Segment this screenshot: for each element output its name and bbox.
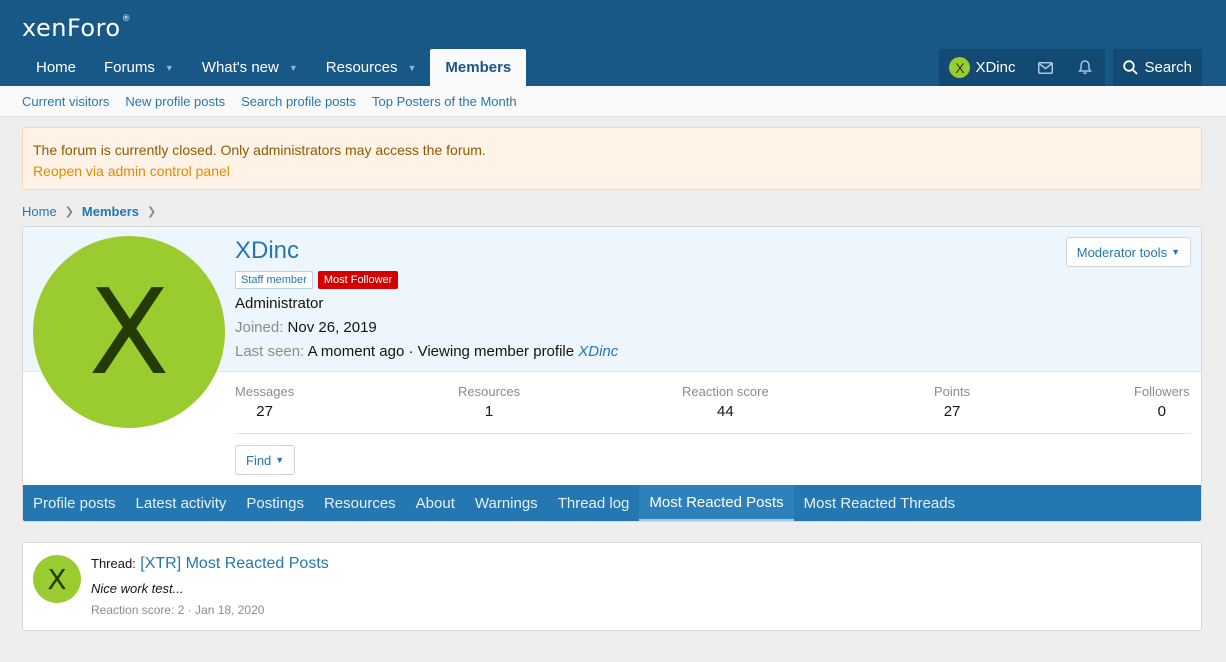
most-reacted-posts-list: X Thread: [XTR] Most Reacted Posts Nice … [22,542,1202,631]
chevron-right-icon: ❯ [64,206,74,218]
chevron-down-icon[interactable]: ▼ [165,63,174,73]
search-button[interactable]: Search [1113,49,1202,86]
account-group: X XDinc [939,49,1106,86]
profile-stats: Messages 27 Resources 1 Reaction score 44 P… [235,384,1191,434]
stat-followers[interactable]: Followers 0 [1134,384,1190,420]
joined-line: Joined: Nov 26, 2019 [235,319,377,336]
main-nav: Home Forums ▼ What's new ▼ Resources ▼ Memb… [22,49,527,86]
post-title-link[interactable]: [XTR] Most Reacted Posts [140,555,329,572]
tab-latest-activity[interactable]: Latest activity [126,485,237,521]
nav-tab-resources[interactable]: Resources ▼ [312,49,431,86]
account-nav: X XDinc Search [939,49,1202,86]
tab-thread-log[interactable]: Thread log [548,485,640,521]
member-profile: X XDinc Staff member Most Follower Admin… [22,226,1202,522]
chevron-down-icon: ▼ [1171,247,1180,257]
find-button[interactable]: Find ▼ [235,445,296,475]
tab-profile-posts[interactable]: Profile posts [23,485,126,521]
nav-tab-home[interactable]: Home [22,49,90,86]
stat-messages[interactable]: Messages 27 [235,384,294,420]
subnav-current-visitors[interactable]: Current visitors [22,94,109,109]
stat-points[interactable]: Points 27 [934,384,970,420]
nav-tab-members[interactable]: Members [430,49,527,86]
tab-most-reacted-posts[interactable]: Most Reacted Posts [639,485,794,521]
user-badges: Staff member Most Follower [235,271,399,289]
subnav-search-profile-posts[interactable]: Search profile posts [241,94,356,109]
inbox-icon[interactable] [1025,49,1065,86]
profile-tabs: Profile posts Latest activity Postings R… [23,485,1201,521]
tab-warnings[interactable]: Warnings [465,485,548,521]
last-seen-line: Last seen: A moment ago · Viewing member… [235,343,619,360]
site-header: xenForo® Home Forums ▼ What's new ▼ Resour… [0,0,1226,86]
forum-closed-notice: The forum is currently closed. Only admi… [22,127,1202,190]
chevron-down-icon: ▼ [275,455,285,465]
bell-icon[interactable] [1065,49,1105,86]
profile-username: XDinc [235,237,300,264]
user-role: Administrator [235,295,324,312]
notice-message: The forum is currently closed. Only admi… [33,142,486,158]
subnav-top-posters[interactable]: Top Posters of the Month [372,94,517,109]
breadcrumb: Home ❯ Members ❯ [22,204,164,219]
account-username: XDinc [975,59,1016,76]
subnav-new-profile-posts[interactable]: New profile posts [125,94,225,109]
tab-about[interactable]: About [406,485,465,521]
most-follower-badge: Most Follower [317,271,399,289]
breadcrumb-home[interactable]: Home [22,204,57,219]
tab-most-reacted-threads[interactable]: Most Reacted Threads [794,485,965,521]
search-icon [1123,60,1139,75]
post-snippet: Nice work test... [91,581,184,596]
staff-badge: Staff member [235,271,313,289]
avatar: X [949,57,971,78]
account-link[interactable]: X XDinc [939,49,1025,86]
chevron-right-icon: ❯ [146,206,157,218]
avatar[interactable]: X [33,555,81,603]
list-item-title: Thread: [XTR] Most Reacted Posts [91,555,329,572]
nav-tab-forums[interactable]: Forums ▼ [90,49,188,86]
site-logo[interactable]: xenForo® [22,14,131,42]
nav-tab-whats-new[interactable]: What's new ▼ [188,49,312,86]
chevron-down-icon[interactable]: ▼ [407,63,416,73]
reopen-link[interactable]: Reopen via admin control panel [33,161,1191,182]
post-meta: Reaction score: 2 · Jan 18, 2020 [91,603,265,617]
moderator-tools-button[interactable]: Moderator tools ▼ [1065,237,1191,267]
stat-resources[interactable]: Resources 1 [458,384,520,420]
chevron-down-icon[interactable]: ▼ [289,63,298,73]
tab-resources[interactable]: Resources [314,485,406,521]
breadcrumb-members[interactable]: Members [82,204,139,219]
avatar[interactable]: X [33,236,225,428]
stat-reaction-score: Reaction score 44 [682,384,769,420]
last-seen-profile-link[interactable]: XDinc [578,343,618,360]
sub-nav: Current visitors New profile posts Searc… [0,86,1226,117]
tab-postings[interactable]: Postings [236,485,314,521]
